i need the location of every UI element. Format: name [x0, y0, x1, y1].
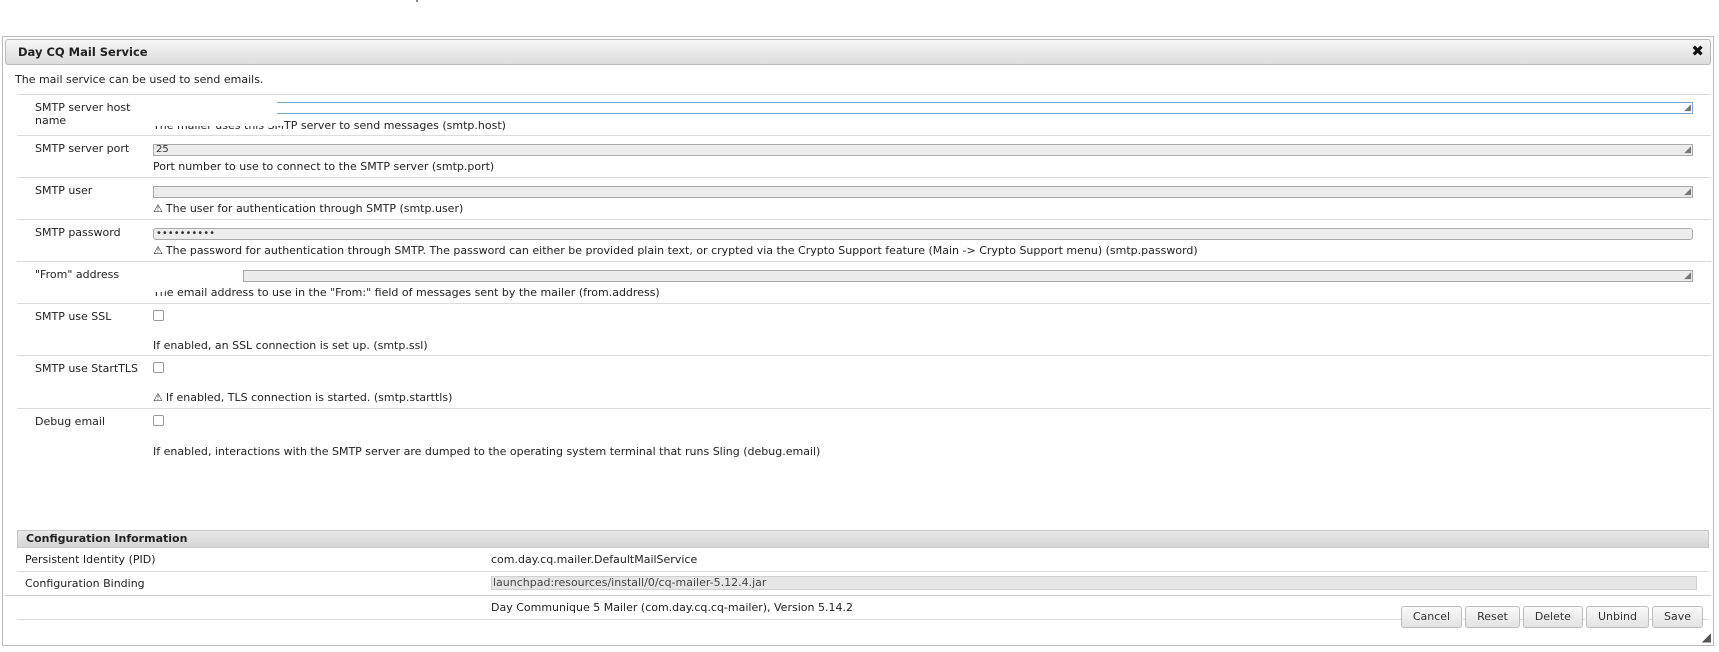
overlay-mask: [153, 288, 165, 292]
pid-label: Persistent Identity (PID): [25, 553, 156, 566]
pid-value: com.day.cq.mailer.DefaultMailService: [491, 553, 698, 566]
field-help: ⚠ The password for authentication through…: [153, 244, 1198, 257]
field-value: 25: [156, 144, 169, 155]
config-form: SMTP server host name ◢ The mailer uses …: [17, 94, 1711, 461]
field-label: Debug email: [35, 415, 106, 428]
field-help-text: The password for authentication through …: [165, 244, 1198, 257]
field-label: SMTP password: [35, 226, 121, 239]
dialog-title: Day CQ Mail Service: [18, 45, 148, 59]
smtp-starttls-checkbox[interactable]: [153, 362, 164, 373]
binding-row: Configuration Binding launchpad:resource…: [17, 572, 1709, 596]
field-help: Port number to use to connect to the SMT…: [153, 160, 495, 173]
resize-grip-icon[interactable]: ◢: [1702, 631, 1711, 643]
field-label: SMTP user: [35, 184, 93, 197]
field-help: The email address to use in the "From:" …: [153, 286, 660, 299]
pid-row: Persistent Identity (PID) com.day.cq.mai…: [17, 548, 1709, 572]
overlay-mask: [153, 121, 283, 126]
field-row-debug-email: Debug email If enabled, interactions wit…: [17, 408, 1711, 461]
field-help: If enabled, an SSL connection is set up.…: [153, 339, 428, 352]
field-help: ⚠ If enabled, TLS connection is started. …: [153, 391, 452, 404]
field-row-smtp-starttls: SMTP use StartTLS ⚠ If enabled, TLS conne…: [17, 355, 1711, 408]
bundle-value: Day Communique 5 Mailer (com.day.cq.cq-m…: [491, 601, 853, 614]
binding-label: Configuration Binding: [25, 577, 145, 590]
overlay-mask: [137, 96, 277, 118]
field-row-smtp-password: SMTP password •••••••••• ⚠ The password f…: [17, 219, 1711, 261]
footer-divider: [5, 595, 1711, 596]
field-row-smtp-ssl: SMTP use SSL If enabled, an SSL connecti…: [17, 303, 1711, 355]
field-label: "From" address: [35, 268, 120, 281]
decorative-dot: [416, 0, 418, 2]
field-row-smtp-user: SMTP user ◢ ⚠ The user for authentication…: [17, 177, 1711, 219]
smtp-host-input[interactable]: ◢: [153, 102, 1693, 114]
delete-button[interactable]: Delete: [1522, 606, 1583, 628]
field-label: SMTP server port: [35, 142, 130, 155]
warning-icon: ⚠: [153, 202, 163, 215]
field-help-text: If enabled, TLS connection is started. (…: [165, 391, 453, 404]
close-icon[interactable]: ✖: [1691, 43, 1704, 59]
dialog-buttons: Cancel Reset Delete Unbind Save: [1400, 606, 1703, 628]
textarea-resize-icon[interactable]: ◢: [1684, 146, 1691, 155]
cancel-button[interactable]: Cancel: [1400, 606, 1463, 628]
textarea-resize-icon[interactable]: ◢: [1684, 272, 1691, 281]
field-help: If enabled, interactions with the SMTP s…: [153, 445, 821, 458]
smtp-password-input[interactable]: ••••••••••: [153, 228, 1693, 240]
unbind-button[interactable]: Unbind: [1585, 606, 1649, 628]
field-help-text: The user for authentication through SMTP…: [165, 202, 464, 215]
configuration-info-heading: Configuration Information: [17, 530, 1709, 548]
warning-icon: ⚠: [153, 244, 163, 257]
textarea-resize-icon[interactable]: ◢: [1684, 104, 1691, 113]
binding-value: launchpad:resources/install/0/cq-mailer-…: [491, 576, 1697, 590]
overlay-mask: [137, 263, 237, 283]
textarea-resize-icon[interactable]: ◢: [1684, 188, 1691, 197]
field-row-smtp-port: SMTP server port 25 ◢ Port number to use…: [17, 135, 1711, 177]
dialog-titlebar[interactable]: Day CQ Mail Service ✖: [5, 39, 1711, 65]
warning-icon: ⚠: [153, 391, 163, 404]
smtp-ssl-checkbox[interactable]: [153, 310, 164, 321]
field-value: ••••••••••: [156, 228, 215, 239]
field-label: SMTP server host name: [35, 101, 131, 127]
field-label: SMTP use StartTLS: [35, 362, 138, 375]
save-button[interactable]: Save: [1651, 606, 1703, 628]
field-label: SMTP use SSL: [35, 310, 112, 323]
field-help: ⚠ The user for authentication through SMT…: [153, 202, 463, 215]
field-row-smtp-host: SMTP server host name ◢ The mailer uses …: [17, 94, 1711, 135]
reset-button[interactable]: Reset: [1465, 606, 1520, 628]
from-address-input[interactable]: ◢: [243, 270, 1693, 282]
config-dialog: Day CQ Mail Service ✖ The mail service c…: [2, 36, 1714, 646]
debug-email-checkbox[interactable]: [153, 415, 164, 426]
field-row-from-address: "From" address ◢ The email address to us…: [17, 261, 1711, 303]
smtp-user-input[interactable]: ◢: [153, 186, 1693, 198]
dialog-description: The mail service can be used to send ema…: [15, 73, 264, 86]
smtp-port-input[interactable]: 25 ◢: [153, 144, 1693, 156]
